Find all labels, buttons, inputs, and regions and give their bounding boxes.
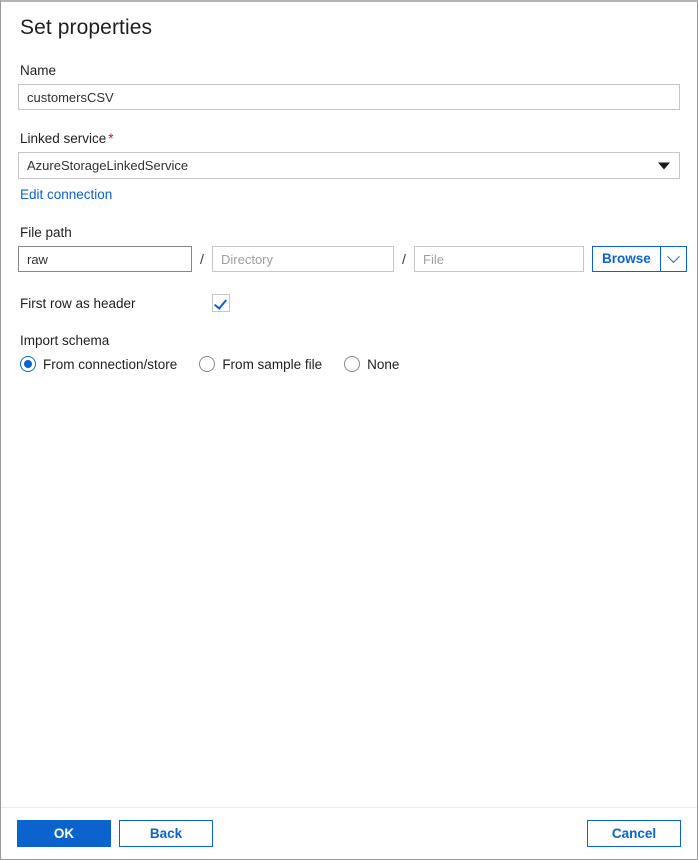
radio-indicator-from-connection-store <box>20 356 36 372</box>
browse-split-button: Browse <box>592 246 687 272</box>
required-asterisk: * <box>108 131 113 146</box>
linked-service-label-text: Linked service <box>20 131 106 146</box>
radio-indicator-none <box>344 356 360 372</box>
file-path-label: File path <box>20 224 680 242</box>
checkmark-icon <box>214 296 227 310</box>
linked-service-dropdown[interactable]: AzureStorageLinkedService <box>18 152 680 179</box>
name-label: Name <box>20 62 680 80</box>
browse-button[interactable]: Browse <box>592 246 661 272</box>
name-input[interactable] <box>18 84 680 110</box>
file-path-group: File path / / Browse <box>18 224 680 272</box>
radio-indicator-from-sample-file <box>199 356 215 372</box>
dialog-body: Set properties Name Linked service* Azur… <box>1 2 697 807</box>
radio-label-from-connection-store: From connection/store <box>43 357 177 372</box>
name-field-group: Name <box>18 62 680 110</box>
file-path-file-input[interactable] <box>414 246 584 272</box>
import-schema-group: Import schema From connection/store From… <box>18 332 680 372</box>
linked-service-group: Linked service* AzureStorageLinkedServic… <box>18 130 680 204</box>
chevron-down-icon <box>667 250 680 263</box>
back-button[interactable]: Back <box>119 820 213 847</box>
radio-item-from-sample-file[interactable]: From sample file <box>199 356 322 372</box>
dialog-footer: OK Back Cancel <box>1 807 697 859</box>
ok-button[interactable]: OK <box>17 820 111 847</box>
set-properties-dialog: Set properties Name Linked service* Azur… <box>0 0 698 860</box>
import-schema-radio-group: From connection/store From sample file N… <box>20 356 680 372</box>
path-separator-2: / <box>394 246 414 272</box>
cancel-button[interactable]: Cancel <box>587 820 681 847</box>
first-row-as-header-label: First row as header <box>20 296 212 311</box>
linked-service-label: Linked service* <box>20 130 680 148</box>
file-path-container-input[interactable] <box>18 246 192 272</box>
file-path-directory-input[interactable] <box>212 246 394 272</box>
chevron-down-icon <box>658 162 670 169</box>
radio-item-none[interactable]: None <box>344 356 399 372</box>
file-path-row: / / Browse <box>18 246 680 272</box>
radio-label-from-sample-file: From sample file <box>222 357 322 372</box>
browse-dropdown-button[interactable] <box>661 246 687 272</box>
radio-item-from-connection-store[interactable]: From connection/store <box>20 356 177 372</box>
first-row-as-header-checkbox[interactable] <box>212 294 230 312</box>
path-separator-1: / <box>192 246 212 272</box>
import-schema-label: Import schema <box>20 332 680 350</box>
edit-connection-link[interactable]: Edit connection <box>20 187 112 202</box>
radio-label-none: None <box>367 357 399 372</box>
first-row-as-header-row: First row as header <box>20 294 680 312</box>
page-title: Set properties <box>20 14 680 42</box>
linked-service-value: AzureStorageLinkedService <box>27 158 188 173</box>
